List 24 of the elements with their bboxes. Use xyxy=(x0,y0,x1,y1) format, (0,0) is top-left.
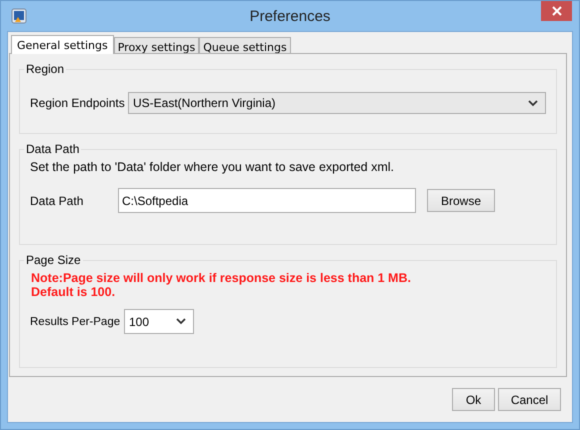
warning-text: Default is 100. xyxy=(31,285,116,299)
tab[interactable]: Queue settings xyxy=(199,37,291,54)
results-dropdown[interactable]: 100 xyxy=(124,309,194,334)
app-icon xyxy=(11,8,27,24)
group-title: Page Size xyxy=(25,253,82,267)
group-title: Region xyxy=(25,62,66,76)
field-label: Region Endpoints xyxy=(30,96,126,110)
dialog-button[interactable]: Ok xyxy=(452,388,495,411)
warning-text: Note:Page size will only work if response size is less than 1 MB. xyxy=(31,271,412,285)
region-dropdown[interactable]: US-East(Northern Virginia) xyxy=(128,92,546,114)
field-label: Data Path xyxy=(30,194,84,208)
close-icon xyxy=(552,6,562,16)
browse-button[interactable]: Browse xyxy=(427,189,495,212)
window-title: Preferences xyxy=(250,8,330,24)
dialog-button[interactable]: Cancel xyxy=(498,388,561,411)
description-text: Set the path to 'Data' folder where you want to save exported xml. xyxy=(30,160,396,174)
path-input-field[interactable]: C:\Softpedia xyxy=(118,188,416,213)
field-label: Results Per-Page xyxy=(30,316,122,328)
group-title: Data Path xyxy=(25,142,80,156)
close-button[interactable] xyxy=(541,1,572,21)
chevron-icon xyxy=(176,318,186,325)
tab[interactable]: General settings xyxy=(11,35,114,54)
chevron-icon xyxy=(528,100,538,106)
tab[interactable]: Proxy settings xyxy=(114,37,200,54)
